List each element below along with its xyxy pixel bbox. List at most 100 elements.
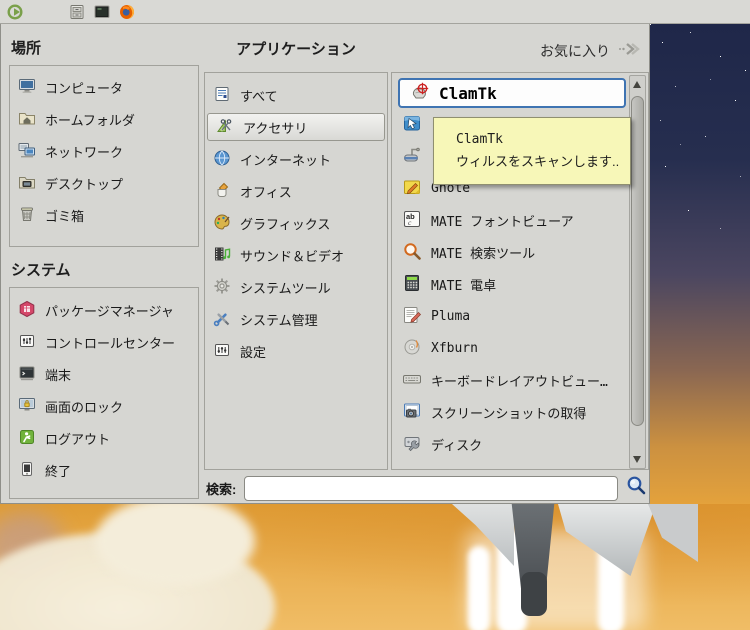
lock-screen-icon [18,396,36,417]
xfburn-icon [402,337,422,360]
stars [650,24,651,25]
app-item-font-viewer[interactable]: ab c MATE フォントビューア [394,204,629,236]
apps-scrollbar[interactable] [629,75,646,469]
app-item-calculator[interactable]: MATE 電卓 [394,268,629,300]
system-item-label: コントロールセンター [45,335,176,351]
system-header: システム [11,262,71,279]
network-icon [18,141,36,162]
app-item-pluma[interactable]: Pluma [394,300,629,332]
category-internet[interactable]: インターネット [205,143,387,175]
app-item-xfburn[interactable]: Xfburn [394,332,629,364]
favorites-label: お気に入り [540,42,610,59]
clamtk-tooltip: ClamTk ウィルスをスキャンします.. [433,117,631,185]
search-row: 検索: [206,475,649,501]
place-item-label: ゴミ箱 [45,208,85,224]
package-manager-icon [18,300,36,321]
system-tools-icon [213,277,231,298]
place-item-label: ホームフォルダ [45,112,135,128]
calculator-icon [402,273,422,296]
control-center-icon [18,332,36,353]
app-item-label: MATE 電卓 [431,278,497,294]
app-item-label: MATE フォントビューア [431,214,574,230]
app-item-disks[interactable]: ディスク [394,428,629,460]
category-system-tools[interactable]: システムツール [205,271,387,303]
desktop-folder-icon [18,173,36,194]
screenshot-icon [402,401,422,424]
font-viewer-icon: ab c [402,209,422,232]
app-item-label: Xfburn [431,340,478,356]
place-item-label: デスクトップ [45,176,124,192]
app-item-search-tool[interactable]: MATE 検索ツール [394,236,629,268]
rocket-nozzle [521,572,547,616]
category-graphics[interactable]: グラフィックス [205,207,387,239]
firefox-icon[interactable] [118,3,136,21]
trash-icon [18,205,36,226]
cloud [95,496,255,586]
category-settings[interactable]: 設定 [205,335,387,367]
gnote-icon [402,177,422,200]
place-item-desktop[interactable]: デスクトップ [10,167,198,199]
system-item-shutdown[interactable]: 終了 [10,454,198,486]
sound-video-icon [213,245,231,266]
category-label: アクセサリ [243,120,308,136]
system-item-label: 端末 [45,367,72,383]
pointer-cube-icon [402,113,422,136]
place-item-label: コンピュータ [45,80,124,96]
system-item-terminal[interactable]: 端末 [10,358,198,390]
app-item-label: キーボードレイアウトビュー… [431,374,608,390]
place-item-label: ネットワーク [45,144,124,160]
disks-icon [402,433,422,456]
internet-icon [213,149,231,170]
favorites-button[interactable]: お気に入り [501,40,641,61]
app-item-label: ディスク [431,438,483,454]
logout-icon [18,428,36,449]
system-item-lock-screen[interactable]: 画面のロック [10,390,198,422]
rocket-exhaust [468,546,490,630]
app-item-label: Pluma [431,308,471,324]
categories-box: すべて アクセサリ インターネット オフィス グラフィックス サウンド＆ビデオ … [204,72,388,470]
system-item-label: パッケージマネージャ [45,303,174,319]
system-item-package-manager[interactable]: パッケージマネージャ [10,294,198,326]
category-label: サウンド＆ビデオ [240,248,345,264]
app-item-label: ClamTk [439,83,497,103]
search-input[interactable] [244,475,619,501]
system-item-label: ログアウト [45,431,111,447]
scroll-up-icon[interactable] [633,81,641,88]
shutdown-icon [18,460,36,481]
app-item-clamtk[interactable]: ClamTk [398,78,626,108]
search-icon[interactable] [626,475,647,501]
applications-header: アプリケーション [236,41,356,58]
system-item-logout[interactable]: ログアウト [10,422,198,454]
place-item-computer[interactable]: コンピュータ [10,71,198,103]
scrollbar-thumb[interactable] [631,96,644,426]
office-icon [213,181,231,202]
home-folder-icon [18,109,36,130]
place-item-home[interactable]: ホームフォルダ [10,103,198,135]
places-header: 場所 [11,40,42,57]
category-label: オフィス [240,184,292,200]
system-item-control-center[interactable]: コントロールセンター [10,326,198,358]
all-applications-icon [213,85,231,106]
pluma-icon [402,305,422,328]
system-item-label: 画面のロック [45,399,124,415]
app-item-screenshot[interactable]: スクリーンショットの取得 [394,396,629,428]
app-item-label: MATE 検索ツール [431,246,536,262]
app-item-keyboard-viewer[interactable]: キーボードレイアウトビュー… [394,364,629,396]
scroll-down-icon[interactable] [633,456,641,463]
rocket-fin [648,504,698,562]
category-office[interactable]: オフィス [205,175,387,207]
category-all[interactable]: すべて [205,79,387,111]
place-item-network[interactable]: ネットワーク [10,135,198,167]
file-manager-icon[interactable] [68,3,86,21]
category-sound-video[interactable]: サウンド＆ビデオ [205,239,387,271]
category-label: インターネット [240,152,332,168]
category-accessories[interactable]: アクセサリ [207,113,385,141]
graphics-icon [213,213,231,234]
archive-manager-icon [402,145,422,168]
category-label: システム管理 [240,312,318,328]
place-item-trash[interactable]: ゴミ箱 [10,199,198,231]
category-system-admin[interactable]: システム管理 [205,303,387,335]
mate-main-menu: 場所 コンピュータ ホームフォルダ ネットワーク デスクトップ ゴミ箱 システム… [0,24,650,504]
terminal-launcher-icon[interactable] [93,3,111,21]
mate-menu-icon[interactable] [6,3,24,21]
